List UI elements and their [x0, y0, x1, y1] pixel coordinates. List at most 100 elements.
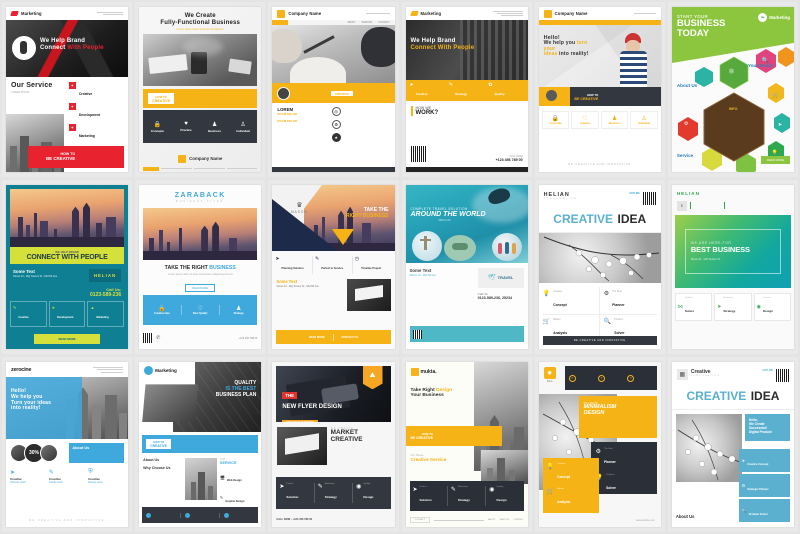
feature-list: ➤ Planning Solution ✎ Perfect in Service… — [272, 251, 394, 279]
footer-tag[interactable]: CONTACT — [409, 517, 430, 523]
footer-tagline: BE CREATIVE AND INNOVATIVE — [568, 161, 632, 166]
feature-item: ✎ Strategy — [449, 82, 488, 100]
flyer-tile-r1c4[interactable]: Marketing We Help Brand Connect With Peo… — [401, 2, 532, 177]
person-photo — [613, 31, 659, 87]
footer-link[interactable]: SERVICE — [500, 519, 510, 521]
nav-item[interactable]: ABOUT — [347, 21, 355, 24]
read-more-button[interactable]: READ MORE — [309, 336, 325, 339]
zaraback-take-the-right-business-flyer[interactable]: ZARABACK BUSINESS FLYER TAKE THE RIGHT B… — [139, 184, 262, 350]
cta-band[interactable]: HOW TO BE CREATIVE — [538, 87, 661, 106]
read-more-button[interactable]: READ MORE — [34, 334, 101, 345]
flyer-header: zerocine — [6, 362, 129, 378]
flyer-tile-r3c5[interactable]: ✹ IDEA ✦ ✦ ✦ WE CREATE MINIMALISM DESIGN… — [534, 357, 665, 532]
cta-band[interactable]: HOW TO BE CREATIVE — [405, 426, 502, 447]
flyer-tile-r2c2[interactable]: ZARABACK BUSINESS FLYER TAKE THE RIGHT B… — [135, 179, 266, 355]
lock-icon: 🔒 — [551, 116, 560, 122]
footer-link[interactable]: CONTACT — [513, 519, 523, 521]
cta-band[interactable]: HOW TO BE CREATIVE — [28, 145, 125, 168]
hero-photo — [675, 414, 743, 483]
minimalism-design-yellow-dark-flyer[interactable]: ✹ IDEA ✦ ✦ ✦ WE CREATE MINIMALISM DESIGN… — [538, 362, 661, 527]
flyer-tile-r2c4[interactable]: COMPLETE TRAVEL SOLUTION AROUND THE WORL… — [401, 179, 532, 355]
qr-code[interactable] — [143, 333, 154, 344]
feature-item: ➤ Creative — [406, 82, 449, 100]
fully-functional-business-flyer[interactable]: We Create Fully-Functional Business Lore… — [139, 7, 262, 172]
flyer-tile-r3c3[interactable]: THE NEW FLYER DESIGN FOR YOUR BUSINESS ⛰… — [268, 357, 399, 532]
company-name-meeting-flyer[interactable]: Company Name ABOUT SERVICE CONTACT CREAT… — [272, 7, 395, 172]
share-icon: ⋈ — [677, 303, 683, 310]
feature-item: ♟ Strategy — [220, 305, 257, 315]
hello-ideas-reality-flyer[interactable]: Company Name Hello! We help you turn you… — [538, 7, 661, 172]
qr-code[interactable] — [412, 329, 422, 339]
brand-logo: mukta. — [410, 368, 442, 377]
nav-item[interactable]: SERVICE — [362, 21, 372, 24]
flyer-header: Marketing — [405, 7, 528, 20]
flyer-template-grid: Marketing We Help Brand Connect With Peo… — [0, 0, 800, 534]
contact-button[interactable]: CONTACT US — [341, 336, 358, 339]
read-more-button[interactable]: READ MORE — [761, 155, 790, 164]
headline-panel: WE CREATE MINIMALISM DESIGN — [578, 396, 657, 439]
cta-band[interactable]: READ MORE CONTACT US — [276, 330, 391, 345]
cta-band[interactable]: CREATIVE — [272, 83, 395, 103]
start-your-business-today-hexagon-flyer[interactable]: START YOUR BUSINESS TODAY ❧ Marketing ⚛ … — [671, 7, 794, 172]
hero-photo: Hello! We help you Turn your ideas into … — [6, 377, 129, 440]
headline-2: RIGHT BUSINESS — [345, 212, 389, 219]
mason-take-the-right-business-flyer[interactable]: ♛ MASON TAKE THE RIGHT BUSINESS ➤ Planni… — [272, 184, 395, 350]
read-more-button[interactable]: READ MORE — [185, 284, 216, 293]
call-number: 0123-589-236, 25234 — [477, 295, 513, 300]
flyer-tile-r2c5[interactable]: HELIAN CORPORATION HOTLINE CREATIVE IDEA — [534, 179, 665, 355]
flyer-tile-r1c2[interactable]: We Create Fully-Functional Business Lore… — [135, 2, 266, 177]
about-block: About Us — [676, 83, 698, 88]
travel-around-the-world-flyer[interactable]: COMPLETE TRAVEL SOLUTION AROUND THE WORL… — [405, 184, 528, 350]
shield-badge-icon: ⛰ — [362, 366, 383, 390]
marketing-we-help-brand-flyer[interactable]: Marketing We Help Brand Connect With Peo… — [405, 7, 528, 172]
nav-item[interactable]: CONTACT — [378, 21, 389, 24]
bee-icon: ✹ — [543, 367, 556, 380]
zerocine-hello-ideas-flyer[interactable]: zerocine Hello! We help you Turn your id… — [6, 362, 129, 527]
monitor-icon: 🖥 — [219, 474, 225, 480]
qr-code[interactable] — [776, 369, 789, 383]
flyer-tile-r3c4[interactable]: mukta. Take Right Design Your Business H… — [401, 357, 532, 532]
helian-creative-idea-blossom-flyer[interactable]: HELIAN CORPORATION HOTLINE CREATIVE IDEA — [538, 184, 661, 350]
flyer-tile-r2c3[interactable]: ♛ MASON TAKE THE RIGHT BUSINESS ➤ Planni… — [268, 179, 399, 355]
section-title: Our Service — [11, 82, 53, 89]
flyer-tile-r2c1[interactable]: WE HELP BRAND CONNECT WITH PEOPLE Some T… — [2, 179, 133, 355]
center-label: INFO — [728, 107, 738, 111]
rocket-icon: ➤ — [741, 458, 746, 463]
block-subtitle: IPSUM DOLOR — [277, 112, 298, 116]
headline-1: THE — [282, 392, 298, 400]
qr-code[interactable] — [410, 145, 427, 162]
brand-logo: Marketing — [144, 366, 177, 376]
marketing-red-flyer[interactable]: Marketing We Help Brand Connect With Peo… — [6, 7, 129, 172]
flyer-tile-r1c3[interactable]: Company Name ABOUT SERVICE CONTACT CREAT… — [268, 2, 399, 177]
pen-icon: ✎ — [49, 470, 55, 477]
some-text-sub: Mauris sit - Mid-56 Ave — [409, 273, 436, 277]
about-block: About Us — [69, 443, 125, 464]
flyer-tile-r1c6[interactable]: START YOUR BUSINESS TODAY ❧ Marketing ⚛ … — [667, 2, 798, 177]
cta-band[interactable]: HOW TO CREATIVE — [143, 89, 258, 109]
flyer-tile-r2c6[interactable]: HELIAN ℹ WE ARE HERE FOR BEST BUSINESS S… — [667, 179, 798, 355]
feature-item: ♙ Individual — [630, 111, 658, 129]
creative-idea-blossom-blue-flyer[interactable]: ▦ Creative CORPORATION HOTLINE CREATIVE … — [671, 362, 794, 527]
flyer-tile-r3c1[interactable]: zerocine Hello! We help you Turn your id… — [2, 357, 133, 532]
mukta-take-right-design-flyer[interactable]: mukta. Take Right Design Your Business H… — [405, 362, 528, 527]
dark-feature-panel: ⚙ The Best Planner 💡 Problem Solver — [590, 442, 657, 495]
qr-code[interactable] — [642, 191, 656, 205]
feature-item: 💡 Creative Concept — [547, 463, 595, 483]
flyer-tile-r3c2[interactable]: Marketing QUALITY IS THE BEST BUSINESS P… — [135, 357, 266, 532]
team-photo — [142, 384, 199, 423]
flyer-tile-r1c5[interactable]: Company Name Hello! We help you turn you… — [534, 2, 665, 177]
footer-links[interactable]: CONTACT ABOUT SERVICE CONTACT — [409, 517, 524, 523]
the-new-flyer-design-market-creative[interactable]: THE NEW FLYER DESIGN FOR YOUR BUSINESS ⛰… — [272, 362, 395, 527]
flyer-tile-r1c1[interactable]: Marketing We Help Brand Connect With Peo… — [2, 2, 133, 177]
feature-item: ➤ Creative Process work — [10, 469, 46, 484]
marketing-quality-business-plan-flyer[interactable]: Marketing QUALITY IS THE BEST BUSINESS P… — [139, 362, 262, 527]
connect-with-people-city-flyer[interactable]: WE HELP BRAND CONNECT WITH PEOPLE Some T… — [6, 184, 129, 350]
cta-band[interactable]: HOW TO CREATIVE — [142, 435, 259, 454]
footer-link[interactable]: ABOUT — [488, 519, 496, 521]
avatar — [277, 86, 291, 100]
creative-icon: ✦ — [68, 82, 76, 89]
pen-icon: ✎ — [13, 305, 17, 311]
stat-circles: 30% — [10, 443, 66, 464]
flyer-tile-r3c6[interactable]: ▦ Creative CORPORATION HOTLINE CREATIVE … — [667, 357, 798, 532]
helian-best-business-green-flyer[interactable]: HELIAN ℹ WE ARE HERE FOR BEST BUSINESS S… — [671, 184, 794, 350]
